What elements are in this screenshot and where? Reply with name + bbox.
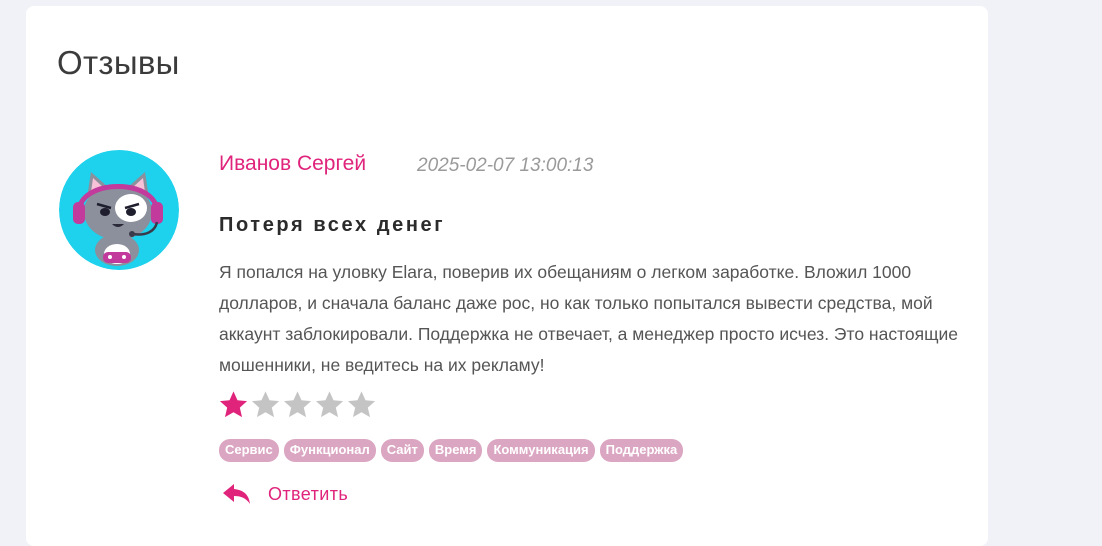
review-tag: Поддержка [599,439,684,462]
review-tag: Сервис [219,439,279,462]
review-tag: Сайт [380,439,424,462]
review-tag: Коммуникация [487,439,595,462]
star-filled-icon [219,391,248,418]
reply-label: Ответить [268,483,349,504]
section-title: Отзывы [57,44,180,81]
review-tags: Сервис Функционал Сайт Время Коммуникация Под… [219,439,684,462]
reply-arrow-icon [222,482,252,506]
reply-button[interactable]: Ответить [222,482,348,506]
star-empty-icon [251,391,280,418]
rating-stars [218,389,377,420]
avatar [59,150,179,270]
star-empty-icon [283,391,312,418]
reviews-card: Отзывы Иванов Сергей 2025-02-07 13:00:13… [26,6,988,546]
review-tag: Время [428,439,483,462]
review-title: Потеря всех денег [219,214,446,236]
review-tag: Функционал [283,439,376,462]
review-author: Иванов Сергей [219,152,367,175]
review-date: 2025-02-07 13:00:13 [417,155,594,176]
review-text: Я попался на уловку Elara, поверив их об… [219,262,958,375]
star-empty-icon [315,391,344,418]
star-empty-icon [347,391,376,418]
cat-avatar-icon [59,150,179,270]
